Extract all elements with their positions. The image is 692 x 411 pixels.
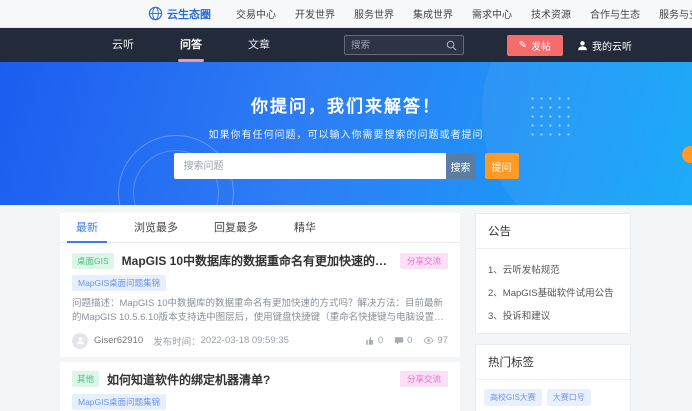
nav-search-input[interactable] <box>351 39 446 51</box>
question-card[interactable]: 桌面GIS MapGIS 10中数据库的数据重命名有更加快速的方式吗? 分享交流… <box>60 243 460 357</box>
question-header: 桌面GIS MapGIS 10中数据库的数据重命名有更加快速的方式吗? 分享交流 <box>72 252 448 269</box>
tab-latest[interactable]: 最新 <box>67 213 107 243</box>
hero-subtitle: 如果你有任何问题，可以输入你需要搜索的问题或者提问 <box>208 130 484 141</box>
hero-search-button[interactable]: 搜索 <box>445 153 476 179</box>
tab-most-replied[interactable]: 回复最多 <box>214 213 258 243</box>
avatar <box>72 332 88 349</box>
view-count: 97 <box>437 335 448 346</box>
topnav-item-resources[interactable]: 技术资源 <box>531 6 571 21</box>
question-title[interactable]: MapGIS 10中数据库的数据重命名有更加快速的方式吗? <box>122 252 392 269</box>
topic-tag[interactable]: MapGIS桌面问题集锦 <box>72 393 167 410</box>
question-description: 问题描述：MapGIS 10中数据库的数据重命名有更加快速的方式吗？解决方法：目… <box>72 298 444 324</box>
question-list-column: 最新 浏览最多 回复最多 精华 桌面GIS MapGIS 10中数据库的数据重命… <box>60 213 460 411</box>
sort-tabs: 最新 浏览最多 回复最多 精华 <box>60 213 460 243</box>
search-icon[interactable] <box>446 40 457 51</box>
comment-count: 0 <box>407 335 413 346</box>
like-count: 0 <box>377 335 384 346</box>
pencil-icon: ✎ <box>518 39 527 51</box>
category-badge: 其他 <box>72 371 100 387</box>
category-badge: 桌面GIS <box>72 252 114 269</box>
hero-title: 你提问，我们来解答！ <box>251 97 441 116</box>
nav-tab-qa[interactable]: 问答 <box>180 28 202 62</box>
like-stat[interactable]: 0 <box>365 335 383 346</box>
hot-tag[interactable]: 大赛口号 <box>546 389 591 406</box>
top-utility-bar: 云生态圈 交易中心 开发世界 服务世界 集成世界 需求中心 技术资源 合作与生态… <box>0 0 692 28</box>
question-meta: Giser62910 发布时间： 2022-03-18 09:59:35 0 0… <box>72 332 448 349</box>
forum-nav-bar: 云听 问答 文章 ✎ 发帖 我的云听 <box>0 28 692 62</box>
page-content: 最新 浏览最多 回复最多 精华 桌面GIS MapGIS 10中数据库的数据重命… <box>0 205 692 411</box>
posted-time: 2022-03-18 09:59:35 <box>200 335 289 346</box>
sidebar: 公告 1、云听发帖规范 2、MapGIS基础软件试用公告 3、投诉和建议 热门标… <box>475 213 631 411</box>
my-space-link[interactable]: 我的云听 <box>577 38 632 53</box>
question-search-input[interactable] <box>173 153 446 179</box>
announcements-list: 1、云听发帖规范 2、MapGIS基础软件试用公告 3、投诉和建议 <box>476 249 630 333</box>
topic-tag[interactable]: MapGIS桌面问题集锦 <box>72 275 167 291</box>
ask-question-button[interactable]: 提问 <box>484 153 519 179</box>
my-space-label: 我的云听 <box>592 41 632 53</box>
comment-icon <box>394 336 404 346</box>
share-badge[interactable]: 分享交流 <box>399 371 448 387</box>
announcements-card: 公告 1、云听发帖规范 2、MapGIS基础软件试用公告 3、投诉和建议 <box>475 213 631 334</box>
view-stat: 97 <box>423 335 448 346</box>
user-icon <box>577 40 588 51</box>
nav-search-box[interactable] <box>344 35 464 55</box>
eye-icon <box>423 335 434 346</box>
globe-logo-icon <box>148 6 163 21</box>
announcement-item[interactable]: 1、云听发帖规范 <box>488 262 618 276</box>
question-card[interactable]: 其他 如何知道软件的绑定机器清单? 分享交流 MapGIS桌面问题集锦 问题描述… <box>60 361 460 411</box>
announcements-title: 公告 <box>476 214 630 249</box>
brand-name: 云生态圈 <box>167 8 211 21</box>
topnav-item-demand[interactable]: 需求中心 <box>472 6 512 21</box>
nav-tab-articles[interactable]: 文章 <box>248 28 270 62</box>
hero-search-area: 搜索 提问 <box>0 153 692 179</box>
announcement-item[interactable]: 3、投诉和建议 <box>488 308 618 322</box>
question-title[interactable]: 如何知道软件的绑定机器清单? <box>107 371 392 388</box>
hot-tag[interactable]: 高校GIS大赛 <box>484 389 542 406</box>
hero-banner: 你提问，我们来解答！ 如果你有任何问题，可以输入你需要搜索的问题或者提问 搜索 … <box>0 62 692 205</box>
new-post-button[interactable]: ✎ 发帖 <box>506 34 563 56</box>
tab-most-viewed[interactable]: 浏览最多 <box>134 213 178 243</box>
hot-tags-title: 热门标签 <box>476 345 630 380</box>
posted-label: 发布时间： <box>153 336 201 348</box>
announcement-item[interactable]: 2、MapGIS基础软件试用公告 <box>488 285 618 299</box>
author-name[interactable]: Giser62910 <box>94 335 143 346</box>
nav-tab-yunting[interactable]: 云听 <box>112 28 134 62</box>
topnav-item-cooperation[interactable]: 合作与生态 <box>590 6 640 21</box>
hot-tags-cloud: 高校GIS大赛 大赛口号 GIS梦 GIS难题 GIS大会战 复工复产 空间建模… <box>476 380 630 411</box>
thumbs-up-icon <box>365 336 375 346</box>
share-badge[interactable]: 分享交流 <box>399 252 448 269</box>
topnav-item-integrate[interactable]: 集成世界 <box>413 6 453 21</box>
topnav-item-trade[interactable]: 交易中心 <box>236 6 276 21</box>
comment-stat[interactable]: 0 <box>394 335 412 346</box>
topnav-item-support[interactable]: 服务与支持 <box>659 6 692 21</box>
hot-tags-card: 热门标签 高校GIS大赛 大赛口号 GIS梦 GIS难题 GIS大会战 复工复产… <box>475 344 631 411</box>
question-stats: 0 0 97 <box>365 335 448 346</box>
topnav-item-service[interactable]: 服务世界 <box>354 6 394 21</box>
topnav-item-develop[interactable]: 开发世界 <box>295 6 335 21</box>
brand-logo[interactable]: 云生态圈 <box>148 6 211 22</box>
new-post-label: 发帖 <box>531 41 551 53</box>
tab-featured[interactable]: 精华 <box>294 213 316 243</box>
question-header: 其他 如何知道软件的绑定机器清单? 分享交流 <box>72 371 448 388</box>
